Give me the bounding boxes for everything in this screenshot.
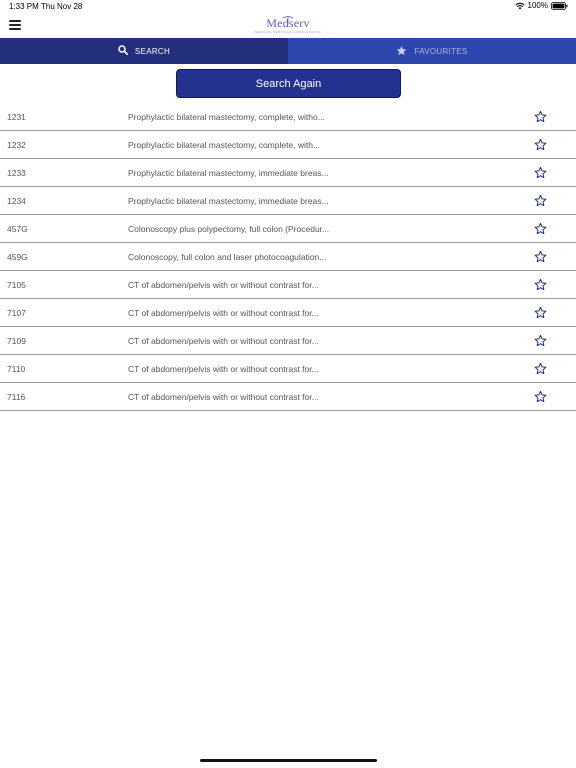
procedure-description: Prophylactic bilateral mastectomy, immed… [128, 168, 329, 178]
procedure-code: 1231 [7, 112, 26, 122]
procedure-code: 1233 [7, 168, 26, 178]
tab-favourites-label: FAVOURITES [414, 46, 468, 56]
procedure-code: 457G [7, 224, 28, 234]
status-indicators: 100% [514, 1, 568, 10]
search-icon [118, 45, 128, 57]
result-row[interactable]: 459G Colonoscopy, full colon and laser ph… [0, 243, 576, 271]
battery-percent: 100% [527, 1, 548, 10]
result-row[interactable]: 1233 Prophylactic bilateral mastectomy, i… [0, 159, 576, 187]
tab-search-label: SEARCH [134, 46, 171, 56]
tab-search[interactable]: SEARCH [0, 38, 288, 64]
procedure-description: Prophylactic bilateral mastectomy, immed… [128, 196, 329, 206]
favourite-star-icon[interactable] [534, 278, 547, 291]
favourite-star-icon[interactable] [534, 250, 547, 263]
procedure-description: Colonoscopy, full colon and laser photoc… [128, 252, 327, 262]
star-icon [396, 45, 407, 58]
tab-favourites[interactable]: FAVOURITES [288, 38, 576, 64]
procedure-code: 7105 [7, 280, 26, 290]
favourite-star-icon[interactable] [534, 362, 547, 375]
procedure-code: 1232 [7, 140, 26, 150]
procedure-description: CT of abdomen/pelvis with or without con… [128, 308, 319, 318]
procedure-code: 7116 [7, 392, 26, 402]
procedure-description: CT of abdomen/pelvis with or without con… [128, 392, 319, 402]
medserv-logo: Medserv MEDICAL SERVICES CONSULTANTS [250, 16, 326, 36]
favourite-star-icon[interactable] [534, 390, 547, 403]
procedure-description: CT of abdomen/pelvis with or without con… [128, 336, 319, 346]
result-row[interactable]: 7116 CT of abdomen/pelvis with or without… [0, 383, 576, 411]
procedure-description: CT of abdomen/pelvis with or without con… [128, 280, 319, 290]
result-row[interactable]: 7109 CT of abdomen/pelvis with or without… [0, 327, 576, 355]
results-list: 1231 Prophylactic bilateral mastectomy, c… [0, 103, 576, 411]
tab-bar: SEARCH FAVOURITES [0, 38, 576, 64]
home-indicator[interactable] [200, 759, 377, 762]
procedure-code: 7107 [7, 308, 26, 318]
caduceus-icon [282, 16, 294, 24]
favourite-star-icon[interactable] [534, 166, 547, 179]
result-row[interactable]: 1234 Prophylactic bilateral mastectomy, i… [0, 187, 576, 215]
logo-tagline: MEDICAL SERVICES CONSULTANTS [255, 30, 321, 34]
search-again-button[interactable]: Search Again [176, 69, 401, 98]
favourite-star-icon[interactable] [534, 306, 547, 319]
wifi-icon [514, 2, 525, 10]
favourite-star-icon[interactable] [534, 110, 547, 123]
procedure-code: 459G [7, 252, 28, 262]
result-row[interactable]: 7107 CT of abdomen/pelvis with or without… [0, 299, 576, 327]
procedure-code: 1234 [7, 196, 26, 206]
favourite-star-icon[interactable] [534, 138, 547, 151]
result-row[interactable]: 7105 CT of abdomen/pelvis with or without… [0, 271, 576, 299]
hamburger-menu-icon[interactable] [9, 20, 21, 31]
procedure-code: 7109 [7, 336, 26, 346]
procedure-description: CT of abdomen/pelvis with or without con… [128, 364, 319, 374]
result-row[interactable]: 7110 CT of abdomen/pelvis with or without… [0, 355, 576, 383]
favourite-star-icon[interactable] [534, 194, 547, 207]
status-time: 1:33 PM [9, 2, 39, 11]
favourite-star-icon[interactable] [534, 222, 547, 235]
procedure-description: Prophylactic bilateral mastectomy, compl… [128, 112, 325, 122]
result-row[interactable]: 1232 Prophylactic bilateral mastectomy, c… [0, 131, 576, 159]
battery-icon [551, 1, 568, 10]
status-date: Thu Nov 28 [41, 2, 83, 11]
status-bar: 1:33 PM Thu Nov 28 100% [0, 0, 576, 14]
favourite-star-icon[interactable] [534, 334, 547, 347]
nav-bar: Medserv MEDICAL SERVICES CONSULTANTS [0, 14, 576, 38]
procedure-description: Colonoscopy plus polypectomy, full colon… [128, 224, 330, 234]
procedure-code: 7110 [7, 364, 26, 374]
result-row[interactable]: 457G Colonoscopy plus polypectomy, full c… [0, 215, 576, 243]
procedure-description: Prophylactic bilateral mastectomy, compl… [128, 140, 321, 150]
result-row[interactable]: 1231 Prophylactic bilateral mastectomy, c… [0, 103, 576, 131]
